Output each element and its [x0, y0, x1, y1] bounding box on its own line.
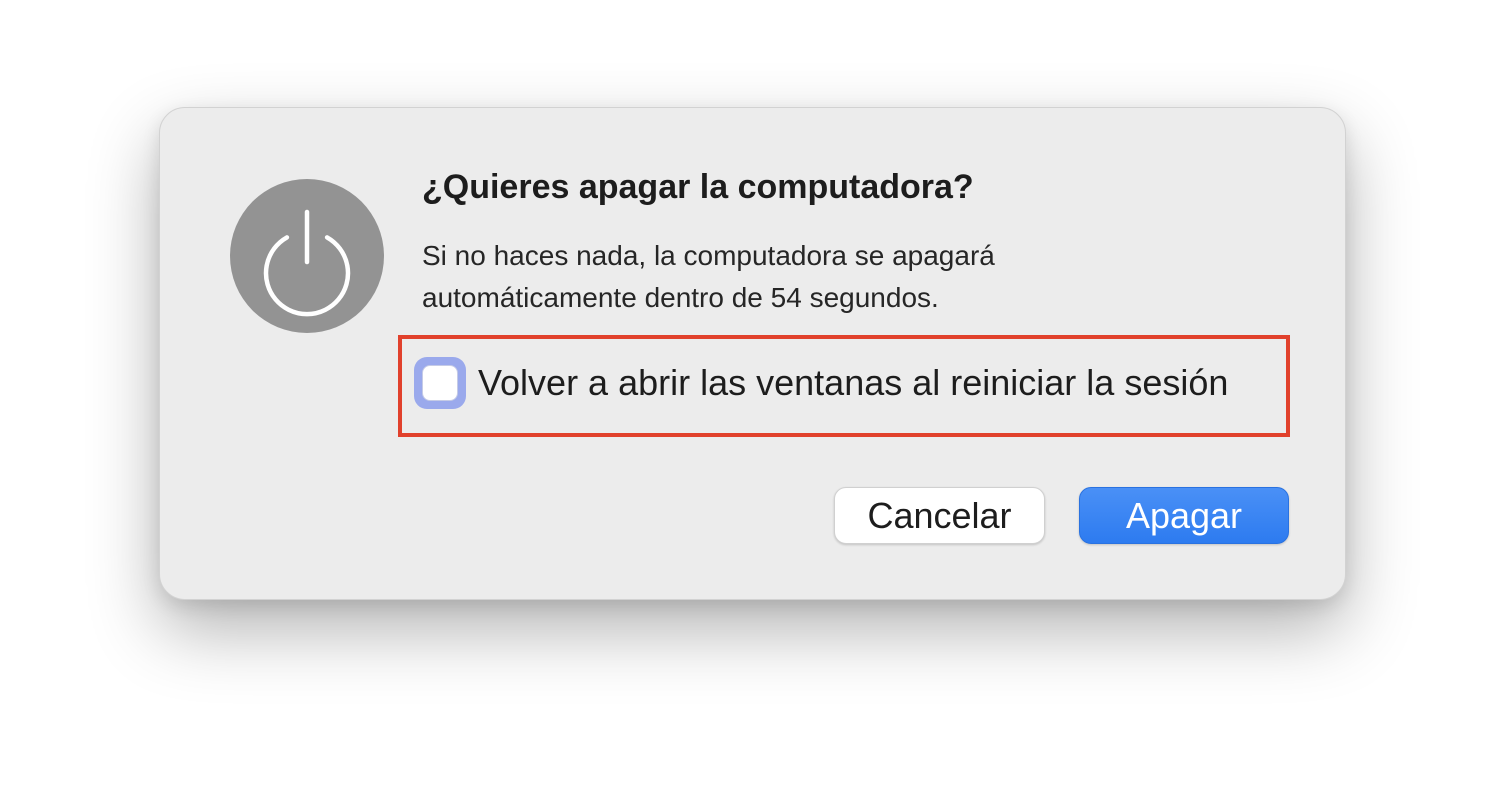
message-line-2: automáticamente dentro de 54 segundos.: [422, 282, 939, 313]
power-symbol-graphic: [263, 209, 351, 317]
dialog-title: ¿Quieres apagar la computadora?: [422, 168, 974, 206]
reopen-windows-label[interactable]: Volver a abrir las ventanas al reiniciar…: [478, 362, 1228, 404]
shutdown-dialog: ¿Quieres apagar la computadora? Si no ha…: [159, 107, 1346, 600]
cancel-button[interactable]: Cancelar: [834, 487, 1045, 544]
reopen-windows-option[interactable]: Volver a abrir las ventanas al reiniciar…: [414, 355, 1228, 411]
screen-background: ¿Quieres apagar la computadora? Si no ha…: [0, 0, 1505, 810]
power-icon: [230, 179, 384, 333]
checkbox-box: [422, 365, 458, 401]
reopen-windows-checkbox[interactable]: [414, 357, 466, 409]
dialog-message: Si no haces nada, la computadora se apag…: [422, 235, 1182, 319]
message-line-1: Si no haces nada, la computadora se apag…: [422, 240, 995, 271]
shutdown-button[interactable]: Apagar: [1079, 487, 1289, 544]
